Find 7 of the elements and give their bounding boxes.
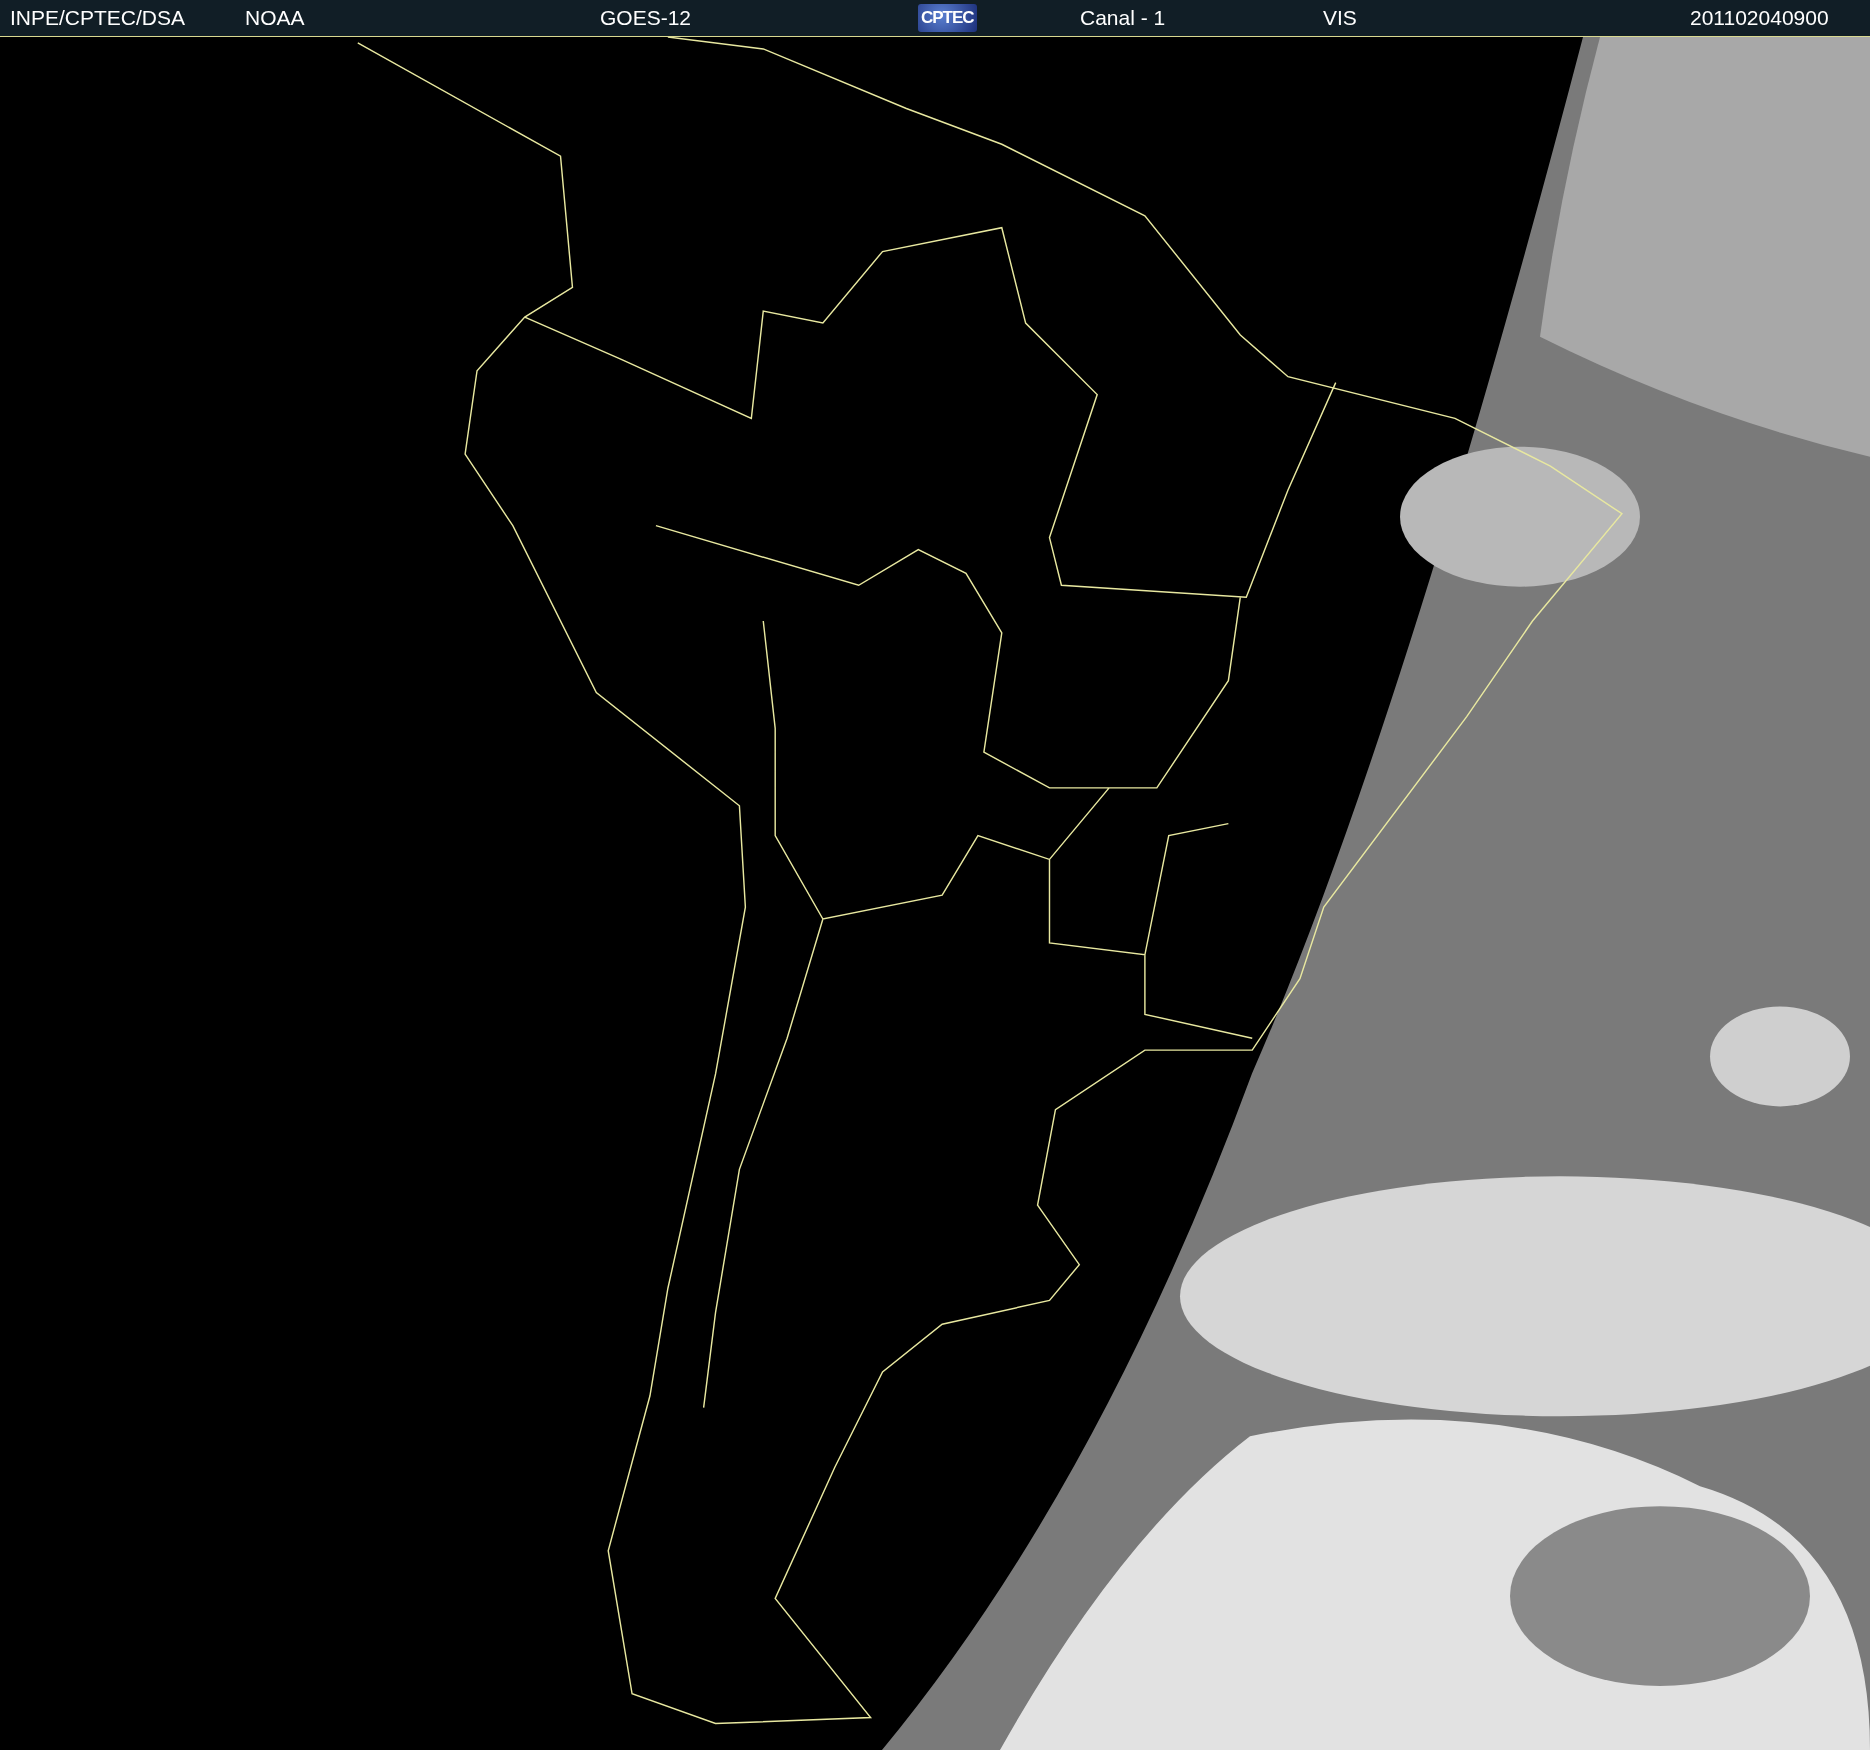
header-label: VIS [1323, 6, 1357, 30]
logo-badge: CPTEC [918, 4, 977, 32]
header-label: Canal - 1 [1080, 6, 1166, 30]
header-label: NOAA [245, 6, 305, 30]
header-label: 201102040900 [1690, 6, 1829, 30]
header-label: GOES-12 [600, 6, 692, 30]
header-label: INPE/CPTEC/DSA [10, 6, 186, 30]
